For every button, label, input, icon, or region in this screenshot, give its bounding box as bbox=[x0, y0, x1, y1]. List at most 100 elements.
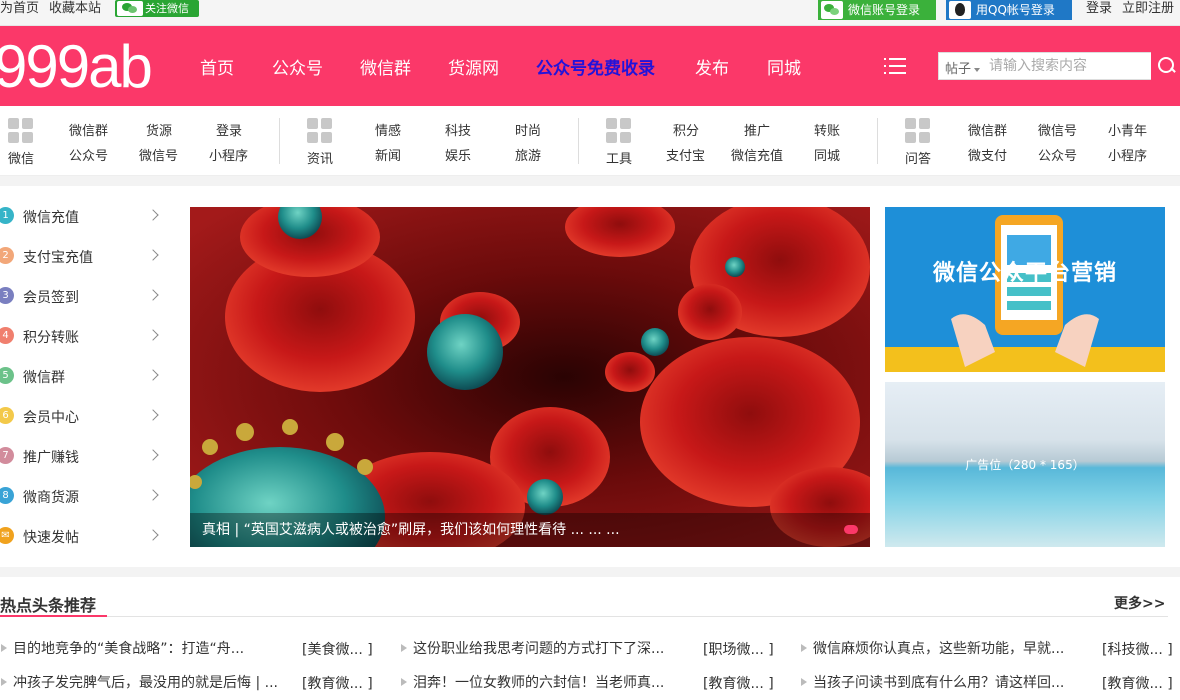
grid-icon bbox=[307, 118, 333, 144]
nav-home[interactable]: 首页 bbox=[200, 54, 234, 79]
sidebar-item-member-center[interactable]: 6 会员中心 bbox=[0, 397, 165, 437]
category-link[interactable]: 新闻 bbox=[375, 145, 401, 164]
nav-publish[interactable]: 发布 bbox=[695, 54, 729, 79]
category-link[interactable]: 旅游 bbox=[515, 145, 541, 164]
category-link[interactable]: 微信号 bbox=[1038, 120, 1077, 139]
category-link[interactable]: 公众号 bbox=[69, 145, 108, 164]
search-category-select[interactable]: 帖子 bbox=[945, 58, 980, 77]
category-link[interactable]: 登录 bbox=[216, 120, 242, 139]
search-box: 帖子 bbox=[938, 52, 1180, 80]
account-links: 登录 立即注册 bbox=[1076, 0, 1174, 18]
menu-list-icon[interactable] bbox=[884, 56, 906, 76]
triangle-bullet-icon bbox=[801, 678, 807, 686]
news-item[interactable]: 微信麻烦你认真点，这些新功能，早就... bbox=[801, 638, 1064, 658]
category-title[interactable]: 问答 bbox=[905, 148, 931, 167]
wechat-login-button[interactable]: 微信账号登录 bbox=[818, 0, 936, 20]
set-homepage-link[interactable]: 为首页 bbox=[0, 1, 39, 16]
category-link[interactable]: 同城 bbox=[814, 145, 840, 164]
phone-illustration bbox=[885, 215, 1165, 372]
category-link[interactable]: 微信充值 bbox=[731, 145, 783, 164]
category-link[interactable]: 科技 bbox=[445, 120, 471, 139]
login-link[interactable]: 登录 bbox=[1086, 1, 1112, 16]
news-item[interactable]: 冲孩子发完脾气后，最没用的就是后悔 | ... bbox=[1, 672, 278, 692]
follow-wechat-button[interactable]: 关注微信 bbox=[115, 0, 199, 17]
news-tag[interactable]: [教育微... ] bbox=[1102, 673, 1173, 693]
ad-wechat-marketing[interactable]: 微信公众平台营销 bbox=[885, 207, 1165, 372]
sidebar-item-quick-post[interactable]: ✉ 快速发帖 bbox=[0, 517, 165, 557]
category-link[interactable]: 支付宝 bbox=[666, 145, 705, 164]
nav-local[interactable]: 同城 bbox=[767, 54, 801, 79]
site-logo[interactable]: 999ab bbox=[0, 32, 153, 102]
sidebar-item-alipay-recharge[interactable]: 2 支付宝充值 bbox=[0, 237, 165, 277]
category-link[interactable]: 小程序 bbox=[1108, 145, 1147, 164]
nav-free-listing[interactable]: 公众号免费收录 bbox=[536, 54, 655, 79]
news-item[interactable]: 这份职业给我思考问题的方式打下了深... bbox=[401, 638, 664, 658]
news-tag[interactable]: [美食微... ] bbox=[302, 639, 373, 659]
category-link[interactable]: 微支付 bbox=[968, 145, 1007, 164]
sidebar-item-label: 会员中心 bbox=[23, 410, 79, 426]
nav-official-accounts[interactable]: 公众号 bbox=[272, 54, 323, 79]
sidebar-item-points-transfer[interactable]: 4 积分转账 bbox=[0, 317, 165, 357]
category-title[interactable]: 微信 bbox=[8, 148, 34, 167]
category-link[interactable]: 推广 bbox=[744, 120, 770, 139]
news-title: 泪奔！一位女教师的六封信！当老师真... bbox=[413, 675, 665, 691]
number-badge: 2 bbox=[0, 247, 14, 264]
news-item[interactable]: 泪奔！一位女教师的六封信！当老师真... bbox=[401, 672, 665, 692]
news-tag[interactable]: [教育微... ] bbox=[302, 673, 373, 693]
category-link[interactable]: 时尚 bbox=[515, 120, 541, 139]
news-tag[interactable]: [职场微... ] bbox=[703, 639, 774, 659]
search-button[interactable] bbox=[1151, 52, 1180, 80]
news-tag[interactable]: [科技微... ] bbox=[1102, 639, 1173, 659]
banner-image bbox=[190, 207, 870, 547]
sidebar-item-wechat-recharge[interactable]: 1 微信充值 bbox=[0, 197, 165, 237]
category-link[interactable]: 公众号 bbox=[1038, 145, 1077, 164]
qq-login-button[interactable]: 用QQ帐号登录 bbox=[946, 0, 1072, 20]
banner-carousel[interactable]: 真相 | “英国艾滋病人或被治愈”刷屏，我们该如何理性看待 ... ... ..… bbox=[190, 207, 870, 547]
banner-caption[interactable]: 真相 | “英国艾滋病人或被治愈”刷屏，我们该如何理性看待 ... ... ..… bbox=[190, 513, 870, 547]
category-link[interactable]: 娱乐 bbox=[445, 145, 471, 164]
sidebar-item-checkin[interactable]: 3 会员签到 bbox=[0, 277, 165, 317]
news-tag[interactable]: [教育微... ] bbox=[703, 673, 774, 693]
category-link[interactable]: 情感 bbox=[375, 120, 401, 139]
carousel-indicator[interactable] bbox=[844, 525, 858, 534]
ad-placeholder[interactable]: 广告位（280 * 165） bbox=[885, 382, 1165, 547]
number-badge: 1 bbox=[0, 207, 14, 224]
nav-supply[interactable]: 货源网 bbox=[448, 54, 499, 79]
category-link[interactable]: 转账 bbox=[814, 120, 840, 139]
news-item[interactable]: 目的地竞争的“美食战略”：打造“舟... bbox=[1, 638, 244, 658]
follow-wechat-label: 关注微信 bbox=[145, 2, 189, 15]
divider bbox=[578, 118, 579, 164]
wechat-icon bbox=[821, 1, 843, 19]
post-icon: ✉ bbox=[0, 527, 14, 544]
search-input[interactable] bbox=[989, 56, 1149, 76]
chevron-right-icon bbox=[147, 329, 159, 341]
category-title[interactable]: 工具 bbox=[606, 148, 632, 167]
section-gap bbox=[0, 176, 1180, 186]
more-link[interactable]: 更多>> bbox=[1114, 593, 1165, 613]
category-link[interactable]: 小青年 bbox=[1108, 120, 1147, 139]
chevron-right-icon bbox=[147, 249, 159, 261]
bookmark-site-link[interactable]: 收藏本站 bbox=[49, 1, 101, 16]
sidebar-item-wechat-groups[interactable]: 5 微信群 bbox=[0, 357, 165, 397]
category-link[interactable]: 货源 bbox=[146, 120, 172, 139]
nav-wechat-groups[interactable]: 微信群 bbox=[360, 54, 411, 79]
category-link[interactable]: 小程序 bbox=[209, 145, 248, 164]
category-link[interactable]: 积分 bbox=[673, 120, 699, 139]
grid-icon bbox=[8, 118, 34, 144]
news-item[interactable]: 当孩子问读书到底有什么用？请这样回... bbox=[801, 672, 1064, 692]
sidebar-item-promote-earn[interactable]: 7 推广赚钱 bbox=[0, 437, 165, 477]
triangle-bullet-icon bbox=[1, 678, 7, 686]
chevron-right-icon bbox=[147, 529, 159, 541]
qq-penguin-icon bbox=[949, 1, 971, 19]
category-link[interactable]: 微信群 bbox=[968, 120, 1007, 139]
category-link[interactable]: 微信号 bbox=[139, 145, 178, 164]
header: 999ab 首页 公众号 微信群 货源网 公众号免费收录 发布 同城 帖子 bbox=[0, 26, 1180, 106]
category-link[interactable]: 微信群 bbox=[69, 120, 108, 139]
wechat-login-label: 微信账号登录 bbox=[848, 3, 921, 17]
sidebar-item-wholesale-supply[interactable]: 8 微商货源 bbox=[0, 477, 165, 517]
grid-icon bbox=[905, 118, 931, 144]
chevron-right-icon bbox=[147, 449, 159, 461]
register-link[interactable]: 立即注册 bbox=[1122, 1, 1174, 16]
category-title[interactable]: 资讯 bbox=[307, 148, 333, 167]
triangle-bullet-icon bbox=[401, 678, 407, 686]
